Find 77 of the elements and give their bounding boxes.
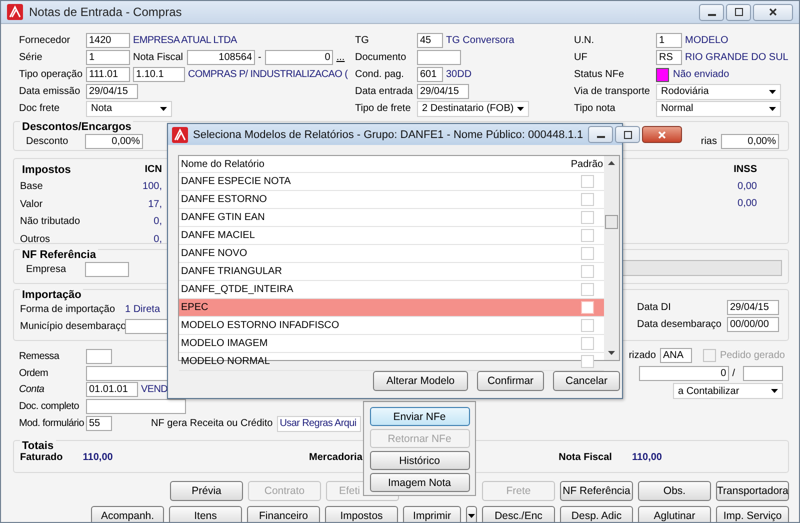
field-label: Desconto xyxy=(25,136,70,147)
field-label: TG xyxy=(355,35,370,46)
group-title: Descontos/Encargos xyxy=(20,121,134,133)
tax-value: 0,00 xyxy=(738,197,757,211)
report-name: DANFE ESPECIE NOTA xyxy=(180,176,292,187)
column-header: INSS xyxy=(734,163,757,177)
field-label: Nota Fiscal xyxy=(133,52,184,63)
field-label: NF gera Receita ou Crédito xyxy=(151,418,273,430)
field-label: Empresa xyxy=(25,264,68,275)
field-label: Cond. pag. xyxy=(355,69,405,80)
separator-text: / xyxy=(732,368,735,378)
report-name: MODELO IMAGEM xyxy=(180,338,269,349)
field-label: Outros xyxy=(20,234,50,245)
field-label: Forma de importação xyxy=(20,304,116,315)
field-label: - xyxy=(258,52,262,63)
total-value: 110,00 xyxy=(632,452,662,463)
report-name: EPEC xyxy=(180,302,210,313)
column-header: Nome do Relatório xyxy=(180,158,266,170)
field-label: Data emissão xyxy=(19,86,82,97)
column-header: Padrão xyxy=(570,158,604,170)
field-value-text: VEND xyxy=(141,384,168,396)
field-label: Tipo operação xyxy=(19,69,84,80)
field-label: Valor xyxy=(20,198,43,210)
field-label: Status NFe xyxy=(574,69,626,80)
field-label: UF xyxy=(574,52,588,63)
field-label: Base xyxy=(20,181,43,192)
field-label: Documento xyxy=(355,52,408,63)
field-label: Tipo nota xyxy=(574,103,616,114)
field-value-text: Não enviado xyxy=(673,69,730,80)
field-label: Data desembaraço xyxy=(637,319,722,330)
report-name: DANFE GTIN EAN xyxy=(180,212,266,223)
report-name: DANFE NOVO xyxy=(180,248,248,259)
field-label: Via de transporte xyxy=(574,86,651,97)
tax-value: 0, xyxy=(154,216,162,228)
tax-value: 100, xyxy=(142,181,162,192)
tax-value: 17, xyxy=(148,198,162,210)
total-label: Faturado xyxy=(20,452,63,463)
group-title: NF Referência xyxy=(20,249,98,261)
field-value-text: TG Conversora xyxy=(446,35,514,46)
field-value-text: COMPRAS P/ INDUSTRIALIZACAO ( xyxy=(188,69,348,80)
field-label: Data entrada xyxy=(355,86,414,97)
report-name: MODELO ESTORNO INFADFISCO xyxy=(180,320,340,331)
field-value-text: RIO GRANDE DO SUL xyxy=(685,52,788,63)
report-name: DANFE MACIEL xyxy=(180,230,256,241)
column-header: ICN xyxy=(144,164,162,175)
checkbox-label: Pedido gerado xyxy=(720,350,785,360)
window-title: Notas de Entrada - Compras xyxy=(29,5,182,19)
field-label: Doc. completo xyxy=(19,401,80,412)
report-name: DANFE TRIANGULAR xyxy=(180,266,283,277)
field-label: Mod. formulário xyxy=(19,418,85,430)
field-value-text: 30DD xyxy=(446,69,472,80)
field-label: Tipo de frete xyxy=(355,103,412,114)
field-label: Ordem xyxy=(19,368,50,379)
field-label: rias xyxy=(700,136,717,147)
tax-value: 0,00 xyxy=(738,180,757,194)
field-label: Não tributado xyxy=(20,216,80,228)
field-label: Conta xyxy=(19,384,46,396)
field-label: Município desembaraço xyxy=(20,321,125,332)
field-label: Fornecedor xyxy=(19,35,72,46)
field-value-text: MODELO xyxy=(685,35,728,46)
dialog-title: Seleciona Modelos de Relatórios - Grupo: DANFE1 - Nome Público: 000448.1.1 xyxy=(193,128,584,140)
total-value: 110,00 xyxy=(82,452,113,463)
report-name: DANFE ESTORNO xyxy=(180,194,268,205)
report-name: DANFE_QTDE_INTEIRA xyxy=(180,284,294,295)
group-title: Importação xyxy=(20,289,84,301)
field-label: rizado xyxy=(628,350,656,360)
field-label: U.N. xyxy=(574,35,595,46)
tax-value: 0, xyxy=(154,234,162,245)
total-label: Nota Fiscal xyxy=(558,452,612,463)
field-label: Data DI xyxy=(637,302,672,313)
group-title: Totais xyxy=(20,440,56,452)
total-label: Mercadoria xyxy=(309,452,362,463)
field-value-text: EMPRESA ATUAL LTDA xyxy=(133,35,237,46)
field-label: Série xyxy=(19,52,44,63)
field-label: Doc frete xyxy=(19,103,61,114)
report-name: MODELO NORMAL xyxy=(180,356,271,367)
field-label: Remessa xyxy=(19,350,60,362)
